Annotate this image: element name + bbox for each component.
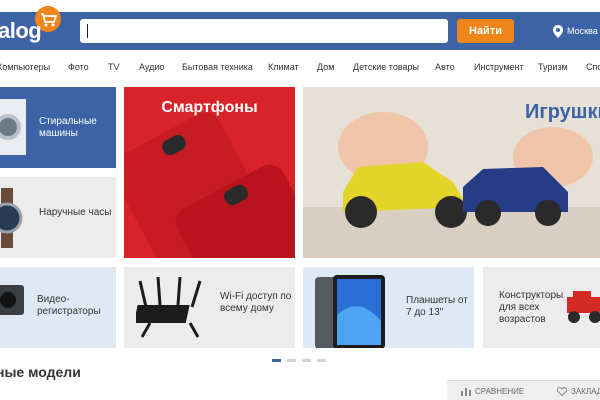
tile-constructors-label: Конструкторы для всех возрастов xyxy=(499,290,564,325)
tile-washing-machines[interactable]: Стиральные машины xyxy=(0,87,116,168)
search-button[interactable]: Найти xyxy=(457,19,514,43)
carousel-dot-4[interactable] xyxy=(317,359,326,362)
city-selector[interactable]: Москва xyxy=(553,22,598,40)
nav-item-sport[interactable]: Спо xyxy=(586,62,600,72)
lego-car-image xyxy=(567,291,600,323)
washing-machine-image xyxy=(0,99,26,155)
bookmarks-label: ЗАКЛАД xyxy=(571,387,600,396)
nav-item-kids[interactable]: Детские товары xyxy=(353,62,419,72)
watch-image xyxy=(0,188,23,248)
nav-item-climate[interactable]: Климат xyxy=(268,62,299,72)
router-image xyxy=(136,276,202,338)
location-pin-icon xyxy=(553,24,563,38)
compare-button[interactable]: СРАВНЕНИЕ xyxy=(461,387,524,396)
category-nav: Компьютеры Фото TV Аудио Бытовая техника… xyxy=(0,58,600,76)
nav-item-tv[interactable]: TV xyxy=(108,62,120,72)
carousel-dot-2[interactable] xyxy=(287,359,296,362)
text-caret xyxy=(87,24,88,38)
banner-toys[interactable]: Игрушки xyxy=(303,87,600,258)
banner-toys-title: Игрушки xyxy=(525,101,600,123)
tablet-image xyxy=(315,275,385,348)
tile-constructors[interactable]: Конструкторы для всех возрастов xyxy=(483,267,600,348)
tile-dashcams[interactable]: Видео-регистраторы xyxy=(0,267,116,348)
page: alog Найти Москва Компьютеры Фото TV Ауд… xyxy=(0,0,600,400)
search-input[interactable] xyxy=(80,19,448,43)
nav-item-appliances[interactable]: Бытовая техника xyxy=(182,62,253,72)
tile-watches[interactable]: Наручные часы xyxy=(0,177,116,258)
carousel-dot-3[interactable] xyxy=(302,359,311,362)
section-title: ные модели xyxy=(0,364,81,380)
nav-item-home[interactable]: Дом xyxy=(317,62,334,72)
carousel-dot-1[interactable] xyxy=(272,359,281,362)
tile-wifi[interactable]: Wi-Fi доступ по всему дому xyxy=(124,267,295,348)
tile-tablets-label: Планшеты от 7 до 13" xyxy=(406,295,468,318)
tile-wifi-label: Wi-Fi доступ по всему дому xyxy=(220,291,292,314)
nav-item-photo[interactable]: Фото xyxy=(68,62,89,72)
tile-washing-label: Стиральные машины xyxy=(39,116,97,139)
compare-label: СРАВНЕНИЕ xyxy=(475,387,525,396)
nav-item-audio[interactable]: Аудио xyxy=(139,62,164,72)
heart-icon xyxy=(557,387,567,396)
bookmarks-button[interactable]: ЗАКЛАД xyxy=(557,387,600,396)
bottom-sticky-bar: СРАВНЕНИЕ ЗАКЛАД xyxy=(447,380,600,400)
tile-tablets[interactable]: Планшеты от 7 до 13" xyxy=(303,267,474,348)
nav-item-auto[interactable]: Авто xyxy=(435,62,455,72)
smartphones-image xyxy=(124,112,295,258)
nav-item-tools[interactable]: Инструмент xyxy=(474,62,524,72)
nav-item-computers[interactable]: Компьютеры xyxy=(0,62,50,72)
compare-icon xyxy=(461,388,471,396)
tile-watches-label: Наручные часы xyxy=(39,207,112,218)
banner-smartphones[interactable]: Смартфоны xyxy=(124,87,295,258)
dashcam-image xyxy=(0,285,24,315)
nav-item-tourism[interactable]: Туризм xyxy=(538,62,568,72)
site-logo[interactable]: alog xyxy=(0,18,42,44)
tile-dashcams-label: Видео-регистраторы xyxy=(37,294,101,317)
city-label: Москва xyxy=(567,26,598,36)
